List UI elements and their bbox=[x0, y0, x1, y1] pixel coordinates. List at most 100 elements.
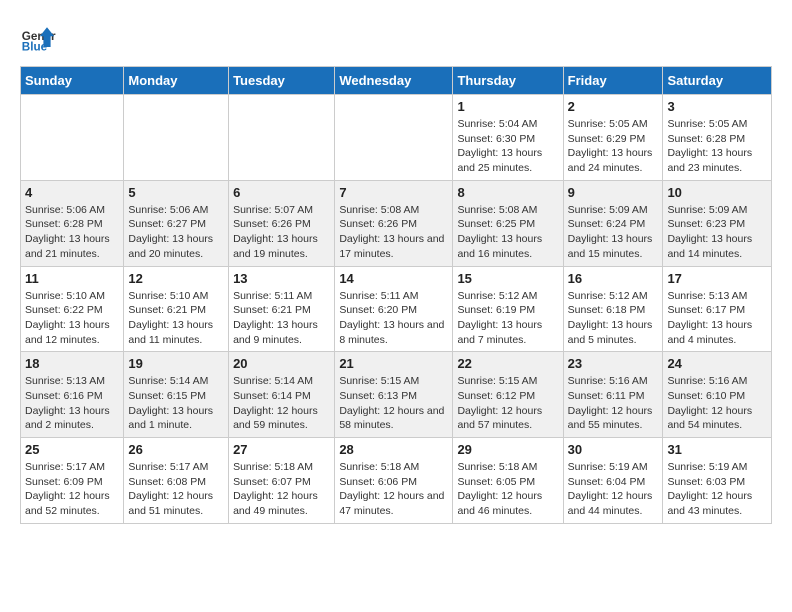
calendar-cell: 28 Sunrise: 5:18 AM Sunset: 6:06 PM Dayli… bbox=[335, 438, 453, 524]
day-number: 7 bbox=[339, 185, 448, 200]
weekday-header-row: SundayMondayTuesdayWednesdayThursdayFrid… bbox=[21, 67, 772, 95]
calendar-cell: 22 Sunrise: 5:15 AM Sunset: 6:12 PM Dayli… bbox=[453, 352, 563, 438]
day-number: 11 bbox=[25, 271, 119, 286]
day-number: 14 bbox=[339, 271, 448, 286]
day-info: Sunrise: 5:18 AM Sunset: 6:05 PM Dayligh… bbox=[457, 460, 558, 519]
weekday-header: Tuesday bbox=[229, 67, 335, 95]
calendar-cell: 23Sunrise: 5:16 AM Sunset: 6:11 PM Dayli… bbox=[563, 352, 663, 438]
day-number: 21 bbox=[339, 356, 448, 371]
calendar-cell bbox=[229, 95, 335, 181]
day-number: 25 bbox=[25, 442, 119, 457]
day-number: 1 bbox=[457, 99, 558, 114]
calendar-cell: 30Sunrise: 5:19 AM Sunset: 6:04 PM Dayli… bbox=[563, 438, 663, 524]
calendar-week-row: 11 Sunrise: 5:10 AM Sunset: 6:22 PM Dayli… bbox=[21, 266, 772, 352]
day-number: 10 bbox=[667, 185, 767, 200]
calendar-cell bbox=[335, 95, 453, 181]
calendar-cell: 11 Sunrise: 5:10 AM Sunset: 6:22 PM Dayli… bbox=[21, 266, 124, 352]
weekday-header: Saturday bbox=[663, 67, 772, 95]
day-info: Sunrise: 5:15 AM Sunset: 6:13 PM Dayligh… bbox=[339, 374, 448, 433]
calendar-cell: 20 Sunrise: 5:14 AM Sunset: 6:14 PM Dayli… bbox=[229, 352, 335, 438]
calendar-cell: 14 Sunrise: 5:11 AM Sunset: 6:20 PM Dayli… bbox=[335, 266, 453, 352]
calendar-cell: 24Sunrise: 5:16 AM Sunset: 6:10 PM Dayli… bbox=[663, 352, 772, 438]
calendar-cell: 27Sunrise: 5:18 AM Sunset: 6:07 PM Dayli… bbox=[229, 438, 335, 524]
day-info: Sunrise: 5:06 AM Sunset: 6:27 PM Dayligh… bbox=[128, 203, 224, 262]
day-number: 5 bbox=[128, 185, 224, 200]
day-info: Sunrise: 5:14 AM Sunset: 6:14 PM Dayligh… bbox=[233, 374, 330, 433]
day-info: Sunrise: 5:07 AM Sunset: 6:26 PM Dayligh… bbox=[233, 203, 330, 262]
day-info: Sunrise: 5:09 AM Sunset: 6:24 PM Dayligh… bbox=[568, 203, 659, 262]
calendar-cell: 16Sunrise: 5:12 AM Sunset: 6:18 PM Dayli… bbox=[563, 266, 663, 352]
calendar-week-row: 25 Sunrise: 5:17 AM Sunset: 6:09 PM Dayli… bbox=[21, 438, 772, 524]
page-header: General Blue bbox=[20, 20, 772, 56]
calendar-cell: 12 Sunrise: 5:10 AM Sunset: 6:21 PM Dayli… bbox=[124, 266, 229, 352]
day-info: Sunrise: 5:12 AM Sunset: 6:19 PM Dayligh… bbox=[457, 289, 558, 348]
day-info: Sunrise: 5:11 AM Sunset: 6:20 PM Dayligh… bbox=[339, 289, 448, 348]
calendar-cell: 31 Sunrise: 5:19 AM Sunset: 6:03 PM Dayli… bbox=[663, 438, 772, 524]
day-number: 19 bbox=[128, 356, 224, 371]
calendar-week-row: 4 Sunrise: 5:06 AM Sunset: 6:28 PM Daylig… bbox=[21, 180, 772, 266]
day-info: Sunrise: 5:05 AM Sunset: 6:29 PM Dayligh… bbox=[568, 117, 659, 176]
day-info: Sunrise: 5:19 AM Sunset: 6:03 PM Dayligh… bbox=[667, 460, 767, 519]
calendar-cell: 3 Sunrise: 5:05 AM Sunset: 6:28 PM Daylig… bbox=[663, 95, 772, 181]
day-number: 23 bbox=[568, 356, 659, 371]
calendar-cell: 4 Sunrise: 5:06 AM Sunset: 6:28 PM Daylig… bbox=[21, 180, 124, 266]
calendar-week-row: 1 Sunrise: 5:04 AM Sunset: 6:30 PM Daylig… bbox=[21, 95, 772, 181]
day-number: 6 bbox=[233, 185, 330, 200]
day-info: Sunrise: 5:10 AM Sunset: 6:22 PM Dayligh… bbox=[25, 289, 119, 348]
calendar-cell: 25 Sunrise: 5:17 AM Sunset: 6:09 PM Dayli… bbox=[21, 438, 124, 524]
day-number: 2 bbox=[568, 99, 659, 114]
logo: General Blue bbox=[20, 20, 56, 56]
day-number: 20 bbox=[233, 356, 330, 371]
day-info: Sunrise: 5:17 AM Sunset: 6:08 PM Dayligh… bbox=[128, 460, 224, 519]
weekday-header: Sunday bbox=[21, 67, 124, 95]
calendar-cell: 5 Sunrise: 5:06 AM Sunset: 6:27 PM Daylig… bbox=[124, 180, 229, 266]
calendar-cell bbox=[21, 95, 124, 181]
calendar-cell: 18 Sunrise: 5:13 AM Sunset: 6:16 PM Dayli… bbox=[21, 352, 124, 438]
day-number: 16 bbox=[568, 271, 659, 286]
day-number: 29 bbox=[457, 442, 558, 457]
weekday-header: Monday bbox=[124, 67, 229, 95]
calendar-cell: 7 Sunrise: 5:08 AM Sunset: 6:26 PM Daylig… bbox=[335, 180, 453, 266]
day-info: Sunrise: 5:10 AM Sunset: 6:21 PM Dayligh… bbox=[128, 289, 224, 348]
day-number: 27 bbox=[233, 442, 330, 457]
day-info: Sunrise: 5:13 AM Sunset: 6:16 PM Dayligh… bbox=[25, 374, 119, 433]
weekday-header: Friday bbox=[563, 67, 663, 95]
calendar-cell: 2 Sunrise: 5:05 AM Sunset: 6:29 PM Daylig… bbox=[563, 95, 663, 181]
day-info: Sunrise: 5:16 AM Sunset: 6:10 PM Dayligh… bbox=[667, 374, 767, 433]
day-info: Sunrise: 5:18 AM Sunset: 6:06 PM Dayligh… bbox=[339, 460, 448, 519]
calendar-cell: 9Sunrise: 5:09 AM Sunset: 6:24 PM Daylig… bbox=[563, 180, 663, 266]
day-number: 31 bbox=[667, 442, 767, 457]
day-info: Sunrise: 5:09 AM Sunset: 6:23 PM Dayligh… bbox=[667, 203, 767, 262]
calendar-cell: 21 Sunrise: 5:15 AM Sunset: 6:13 PM Dayli… bbox=[335, 352, 453, 438]
day-info: Sunrise: 5:04 AM Sunset: 6:30 PM Dayligh… bbox=[457, 117, 558, 176]
day-info: Sunrise: 5:19 AM Sunset: 6:04 PM Dayligh… bbox=[568, 460, 659, 519]
day-info: Sunrise: 5:08 AM Sunset: 6:25 PM Dayligh… bbox=[457, 203, 558, 262]
day-number: 22 bbox=[457, 356, 558, 371]
calendar-cell: 6 Sunrise: 5:07 AM Sunset: 6:26 PM Daylig… bbox=[229, 180, 335, 266]
day-number: 26 bbox=[128, 442, 224, 457]
day-info: Sunrise: 5:15 AM Sunset: 6:12 PM Dayligh… bbox=[457, 374, 558, 433]
day-info: Sunrise: 5:06 AM Sunset: 6:28 PM Dayligh… bbox=[25, 203, 119, 262]
day-info: Sunrise: 5:17 AM Sunset: 6:09 PM Dayligh… bbox=[25, 460, 119, 519]
calendar-cell: 26 Sunrise: 5:17 AM Sunset: 6:08 PM Dayli… bbox=[124, 438, 229, 524]
day-number: 18 bbox=[25, 356, 119, 371]
calendar-cell: 8Sunrise: 5:08 AM Sunset: 6:25 PM Daylig… bbox=[453, 180, 563, 266]
calendar-cell: 10 Sunrise: 5:09 AM Sunset: 6:23 PM Dayli… bbox=[663, 180, 772, 266]
calendar-cell bbox=[124, 95, 229, 181]
day-number: 3 bbox=[667, 99, 767, 114]
day-number: 17 bbox=[667, 271, 767, 286]
calendar-table: SundayMondayTuesdayWednesdayThursdayFrid… bbox=[20, 66, 772, 524]
day-info: Sunrise: 5:08 AM Sunset: 6:26 PM Dayligh… bbox=[339, 203, 448, 262]
day-number: 4 bbox=[25, 185, 119, 200]
calendar-cell: 1 Sunrise: 5:04 AM Sunset: 6:30 PM Daylig… bbox=[453, 95, 563, 181]
calendar-cell: 29 Sunrise: 5:18 AM Sunset: 6:05 PM Dayli… bbox=[453, 438, 563, 524]
calendar-cell: 15Sunrise: 5:12 AM Sunset: 6:19 PM Dayli… bbox=[453, 266, 563, 352]
day-number: 12 bbox=[128, 271, 224, 286]
day-number: 28 bbox=[339, 442, 448, 457]
day-info: Sunrise: 5:13 AM Sunset: 6:17 PM Dayligh… bbox=[667, 289, 767, 348]
weekday-header: Wednesday bbox=[335, 67, 453, 95]
day-info: Sunrise: 5:11 AM Sunset: 6:21 PM Dayligh… bbox=[233, 289, 330, 348]
day-info: Sunrise: 5:05 AM Sunset: 6:28 PM Dayligh… bbox=[667, 117, 767, 176]
day-info: Sunrise: 5:14 AM Sunset: 6:15 PM Dayligh… bbox=[128, 374, 224, 433]
calendar-cell: 19 Sunrise: 5:14 AM Sunset: 6:15 PM Dayli… bbox=[124, 352, 229, 438]
